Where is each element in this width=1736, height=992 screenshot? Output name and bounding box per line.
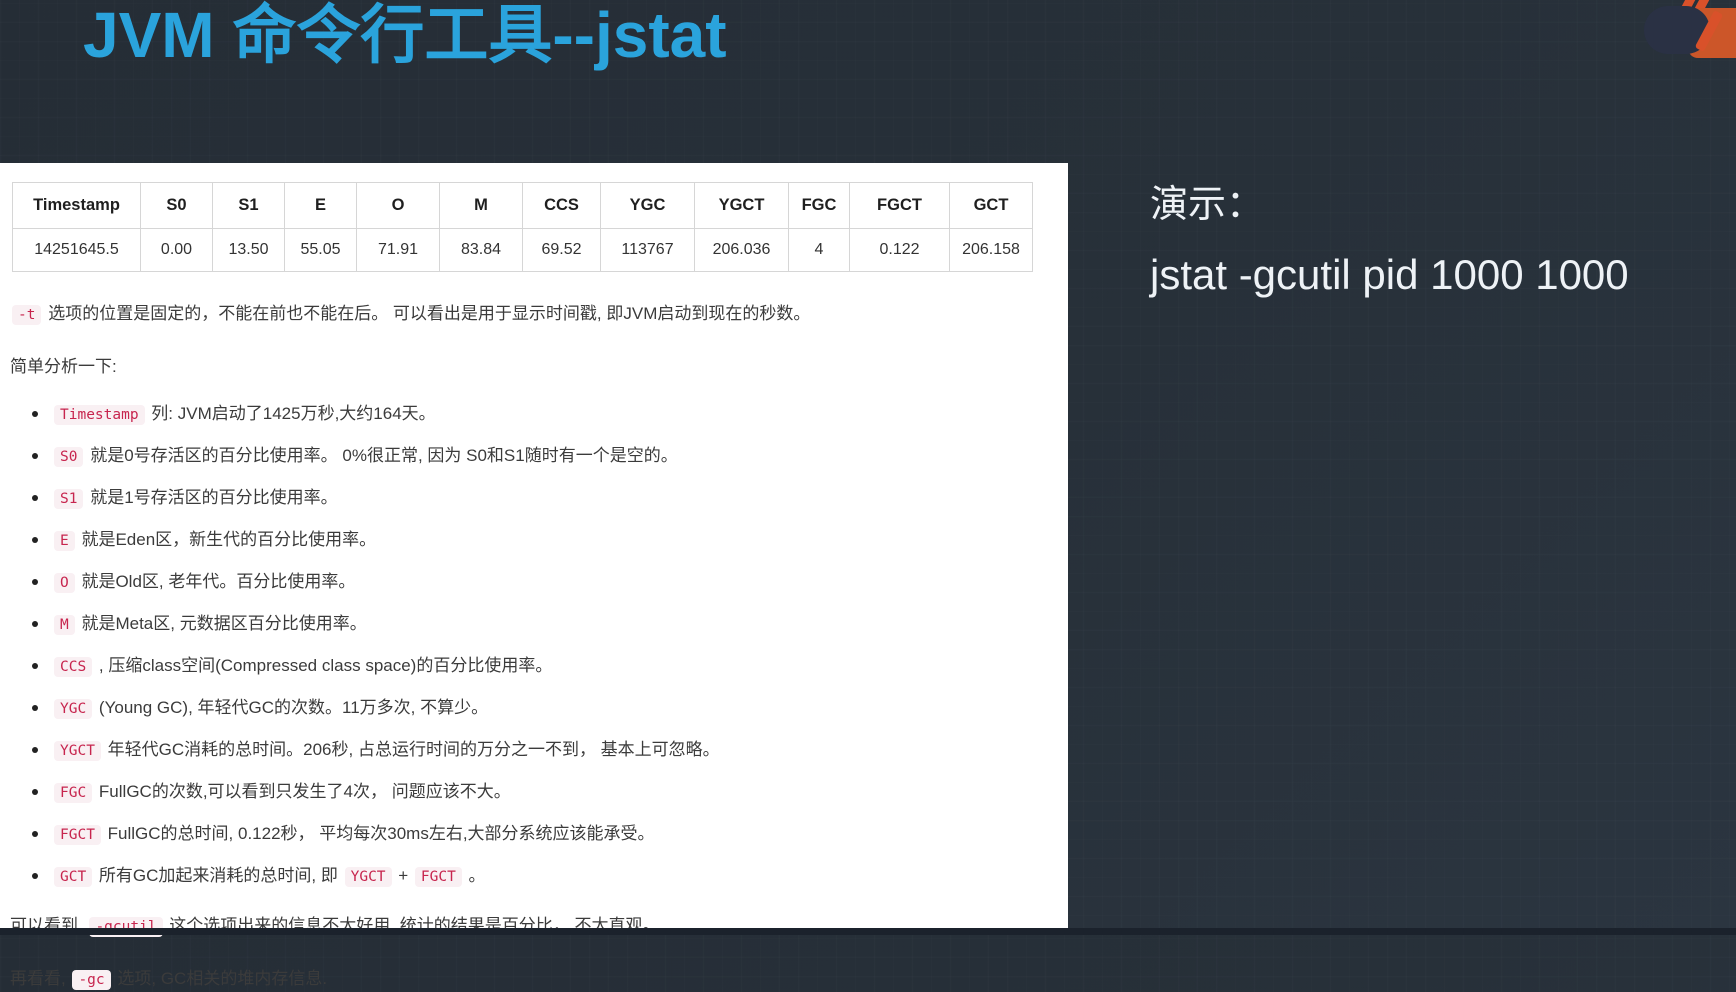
text-run: , 压缩class空间(Compressed class space)的百分比使… (94, 656, 553, 675)
text-run: 就是Meta区, 元数据区百分比使用率。 (76, 614, 367, 633)
table-cell: 83.84 (439, 228, 523, 272)
table-cell: 69.52 (522, 228, 601, 272)
inline-code: -gc (72, 970, 111, 990)
inline-code: S0 (54, 447, 84, 467)
table-header-cell: YGCT (694, 182, 789, 229)
analysis-bullet-item: YGCT 年轻代GC消耗的总时间。206秒, 占总运行时间的万分之一不到， 基本… (32, 739, 1054, 762)
table-cell: 206.036 (694, 228, 789, 272)
inline-code: FGC (54, 783, 93, 803)
bottom-edge-strip (0, 928, 1736, 935)
table-cell: 113767 (600, 228, 695, 272)
table-cell: 71.91 (356, 228, 440, 272)
table-header-row: Timestamp S0 S1 E O M CCS YGC YGCT FGC FGCT GCT (12, 182, 1033, 229)
table-cell: 13.50 (212, 228, 285, 272)
analysis-bullet-item: Timestamp 列: JVM启动了1425万秒,大约164天。 (32, 403, 1054, 426)
intro-paragraph: -t 选项的位置是固定的，不能在前也不能在后。 可以看出是用于显示时间戳, 即J… (10, 302, 1054, 327)
analysis-bullet-item: GCT 所有GC加起来消耗的总时间, 即 YGCT + FGCT 。 (32, 865, 1054, 888)
text-run: (Young GC), 年轻代GC的次数。11万多次, 不算少。 (94, 698, 489, 717)
closing-paragraph-gc: 再看看, -gc 选项, GC相关的堆内存信息. (10, 967, 1054, 992)
table-header-cell: FGCT (849, 182, 950, 229)
table-header-cell: Timestamp (12, 182, 141, 229)
inline-code: M (54, 615, 75, 635)
analysis-bullet-item: S1 就是1号存活区的百分比使用率。 (32, 487, 1054, 510)
inline-code: YGCT (344, 867, 392, 887)
closing-paragraph-gcutil: 可以看到, -gcutil 这个选项出来的信息不太好用, 统计的结果是百分比， … (10, 914, 1054, 939)
inline-code: YGCT (54, 741, 101, 761)
text-run: 就是Old区, 老年代。百分比使用率。 (76, 572, 356, 591)
text-run: 选项的位置是固定的，不能在前也不能在后。 可以看出是用于显示时间戳, 即JVM启… (43, 304, 811, 323)
text-run: 就是1号存活区的百分比使用率。 (85, 488, 338, 507)
table-header-cell: M (439, 182, 523, 229)
text-run: + (393, 866, 413, 885)
inline-code: FGCT (54, 825, 101, 845)
text-run: FullGC的总时间, 0.122秒， 平均每次30ms左右,大部分系统应该能承… (102, 824, 655, 843)
table-header-cell: E (284, 182, 357, 229)
demo-block: 演示： jstat -gcutil pid 1000 1000 (1150, 182, 1629, 300)
content-panel: Timestamp S0 S1 E O M CCS YGC YGCT FGC FGCT GCT 142… (0, 163, 1068, 990)
inline-code: S1 (54, 489, 84, 509)
analysis-bullet-item: FGC FullGC的次数,可以看到只发生了4次， 问题应该不大。 (32, 781, 1054, 804)
analysis-bullet-list: Timestamp 列: JVM启动了1425万秒,大约164天。 S0 就是0号… (10, 403, 1054, 888)
table-row: 14251645.5 0.00 13.50 55.05 71.91 83.84 69.52 1… (12, 228, 1033, 272)
text-run: 就是0号存活区的百分比使用率。 0%很正常, 因为 S0和S1随时有一个是空的。 (85, 446, 678, 465)
table-header-cell: O (356, 182, 440, 229)
analysis-bullet-item: O 就是Old区, 老年代。百分比使用率。 (32, 571, 1054, 594)
text-run: 年轻代GC消耗的总时间。206秒, 占总运行时间的万分之一不到， 基本上可忽略。 (102, 740, 720, 759)
analysis-bullet-item: CCS , 压缩class空间(Compressed class space)的… (32, 655, 1054, 678)
demo-label: 演示： (1150, 184, 1265, 226)
analysis-bullet-item: S0 就是0号存活区的百分比使用率。 0%很正常, 因为 S0和S1随时有一个是… (32, 445, 1054, 468)
analysis-bullet-item: YGC (Young GC), 年轻代GC的次数。11万多次, 不算少。 (32, 697, 1054, 720)
table-cell: 4 (788, 228, 850, 272)
table-header-cell: S1 (212, 182, 285, 229)
page-title: JVM 命令行工具--jstat (83, 0, 727, 71)
inline-code: Timestamp (54, 405, 145, 425)
jstat-gcutil-table: Timestamp S0 S1 E O M CCS YGC YGCT FGC FGCT GCT 142… (12, 182, 1033, 272)
inline-code: -t (12, 305, 42, 325)
analysis-bullet-item: M 就是Meta区, 元数据区百分比使用率。 (32, 613, 1054, 636)
text-run: 。 (463, 866, 486, 885)
table-cell: 206.158 (949, 228, 1033, 272)
demo-command: jstat -gcutil pid 1000 1000 (1150, 251, 1629, 298)
analysis-bullet-item: FGCT FullGC的总时间, 0.122秒， 平均每次30ms左右,大部分系… (32, 823, 1054, 846)
inline-code: CCS (54, 657, 93, 677)
inline-code: O (54, 573, 75, 593)
table-cell: 14251645.5 (12, 228, 141, 272)
table-header-cell: FGC (788, 182, 850, 229)
table-cell: 0.00 (140, 228, 213, 272)
text-run: 列: JVM启动了1425万秒,大约164天。 (146, 404, 436, 423)
corner-logo (1606, 0, 1736, 62)
text-run: 所有GC加起来消耗的总时间, 即 (94, 866, 343, 885)
text-run: 再看看, (10, 969, 71, 988)
analysis-bullet-item: E 就是Eden区，新生代的百分比使用率。 (32, 529, 1054, 552)
analysis-heading: 简单分析一下: (10, 357, 117, 376)
text-run: 就是Eden区，新生代的百分比使用率。 (76, 530, 377, 549)
table-header-cell: S0 (140, 182, 213, 229)
inline-code: E (54, 531, 75, 551)
table-cell: 55.05 (284, 228, 357, 272)
table-header-cell: YGC (600, 182, 695, 229)
text-run: 选项, GC相关的堆内存信息. (112, 969, 328, 988)
table-header-cell: CCS (522, 182, 601, 229)
inline-code: GCT (54, 867, 93, 887)
inline-code: YGC (54, 699, 93, 719)
table-header-cell: GCT (949, 182, 1033, 229)
table-cell: 0.122 (849, 228, 950, 272)
inline-code: FGCT (414, 867, 462, 887)
text-run: FullGC的次数,可以看到只发生了4次， 问题应该不大。 (94, 782, 511, 801)
